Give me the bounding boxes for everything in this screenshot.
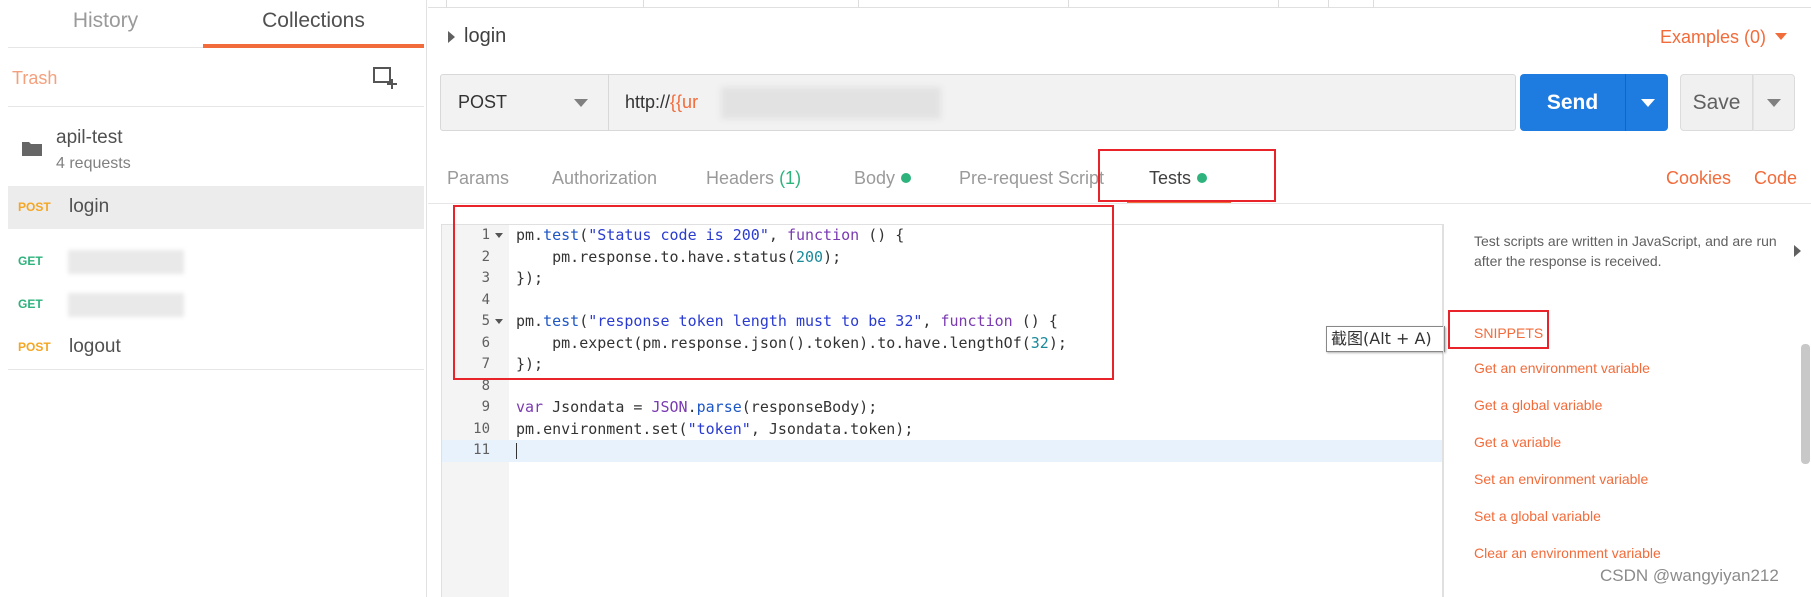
status-dot-icon (901, 173, 912, 183)
request-name: logout (69, 336, 121, 357)
cookies-link[interactable]: Cookies (1666, 168, 1731, 189)
tab-history[interactable]: History (8, 0, 203, 48)
annotation-box-snippets (1448, 310, 1549, 349)
code-text: pm.environment.set("token", Jsondata.tok… (516, 419, 914, 438)
tab-divider (1373, 0, 1374, 8)
sidebar-tabs: History Collections (8, 0, 424, 48)
snippet-get-global-variable[interactable]: Get a global variable (1474, 397, 1602, 413)
tab-headers-label: Headers (706, 168, 775, 188)
send-options-button[interactable] (1625, 74, 1668, 131)
new-collection-icon[interactable] (372, 64, 398, 90)
request-item-redacted[interactable]: GET (8, 240, 424, 283)
tab-divider (643, 0, 644, 8)
snippet-set-environment-variable[interactable]: Set an environment variable (1474, 471, 1648, 487)
request-name-row: login Examples (0) (428, 18, 1811, 58)
tab-headers[interactable]: Headers (1) (706, 168, 801, 189)
snippet-get-variable[interactable]: Get a variable (1474, 434, 1561, 450)
tab-body[interactable]: Body (854, 168, 912, 189)
collapse-pane-icon[interactable] (1794, 245, 1801, 257)
code-line: 10 pm.environment.set("token", Jsondata.… (442, 419, 1442, 441)
redacted-url (721, 87, 941, 119)
annotation-box-tests-tab (1098, 149, 1276, 202)
request-item-login[interactable]: POST login (8, 186, 424, 229)
code-text: var Jsondata = JSON.parse(responseBody); (516, 398, 878, 416)
tab-authorization[interactable]: Authorization (552, 168, 657, 189)
url-prefix: http:// (625, 92, 671, 112)
watermark: CSDN @wangyiyan212 (1600, 566, 1779, 585)
line-number: 10 (473, 420, 490, 437)
snippet-clear-environment-variable[interactable]: Clear an environment variable (1474, 545, 1661, 561)
snippets-pane: Test scripts are written in JavaScript, … (1443, 224, 1811, 597)
method-select[interactable]: POST (441, 75, 609, 130)
request-name: login (69, 196, 110, 217)
tab-body-label: Body (854, 168, 896, 188)
trash-link[interactable]: Trash (12, 68, 57, 89)
line-number: 9 (481, 399, 490, 415)
save-button[interactable]: Save (1680, 74, 1753, 131)
examples-dropdown[interactable]: Examples (0) (1660, 27, 1766, 48)
chevron-down-icon[interactable] (1775, 33, 1787, 40)
tab-divider (1328, 0, 1329, 8)
text-cursor (516, 443, 517, 459)
trash-row: Trash (8, 50, 424, 107)
collection-name: apil-test (56, 127, 123, 148)
url-input[interactable]: http://{{ur (625, 92, 698, 113)
url-variable: {{ur (670, 92, 699, 112)
chevron-down-icon (1767, 99, 1781, 107)
tab-divider (858, 0, 859, 8)
request-tab-strip (428, 0, 1811, 8)
snippet-set-global-variable[interactable]: Set a global variable (1474, 508, 1601, 524)
snippet-get-environment-variable[interactable]: Get an environment variable (1474, 360, 1650, 376)
method-value: POST (458, 92, 508, 112)
tab-divider (1068, 0, 1069, 8)
tab-params[interactable]: Params (447, 168, 509, 189)
tab-divider (1278, 0, 1279, 8)
method-badge: GET (18, 254, 43, 268)
collection-request-count: 4 requests (56, 155, 131, 172)
tab-collections[interactable]: Collections (203, 0, 424, 48)
collection-item[interactable]: apil-test 4 requests (8, 110, 424, 190)
code-link[interactable]: Code (1754, 168, 1797, 189)
request-title[interactable]: login (464, 25, 506, 48)
headers-count: (1) (779, 168, 802, 188)
annotation-box-test-code (453, 205, 1114, 380)
save-options-button[interactable] (1753, 74, 1795, 131)
sidebar-divider (8, 369, 424, 370)
redacted-request-name (68, 293, 184, 317)
code-line: 9 var Jsondata = JSON.parse(responseBody… (442, 397, 1442, 419)
request-item-logout[interactable]: POST logout (8, 326, 424, 369)
method-badge: GET (18, 297, 43, 311)
snippets-scrollbar[interactable] (1801, 344, 1810, 464)
method-badge: POST (18, 340, 51, 354)
screenshot-tooltip: 截图(Alt + A) (1326, 326, 1445, 352)
code-line-current: 11 (442, 440, 1442, 462)
sidebar: History Collections Trash apil-test 4 re… (0, 0, 427, 597)
line-number: 11 (473, 442, 490, 458)
method-badge: POST (18, 200, 51, 214)
snippets-description: Test scripts are written in JavaScript, … (1474, 233, 1777, 269)
caret-right-icon[interactable] (448, 31, 455, 43)
send-button[interactable]: Send (1520, 74, 1625, 131)
url-bar: POST http://{{ur (440, 74, 1516, 131)
tab-divider (446, 0, 447, 8)
chevron-down-icon (1641, 99, 1655, 107)
tab-prerequest-script[interactable]: Pre-request Script (959, 168, 1104, 189)
chevron-down-icon (574, 99, 588, 107)
request-item-redacted[interactable]: GET (8, 283, 424, 326)
redacted-request-name (68, 250, 184, 274)
folder-icon (22, 142, 42, 156)
